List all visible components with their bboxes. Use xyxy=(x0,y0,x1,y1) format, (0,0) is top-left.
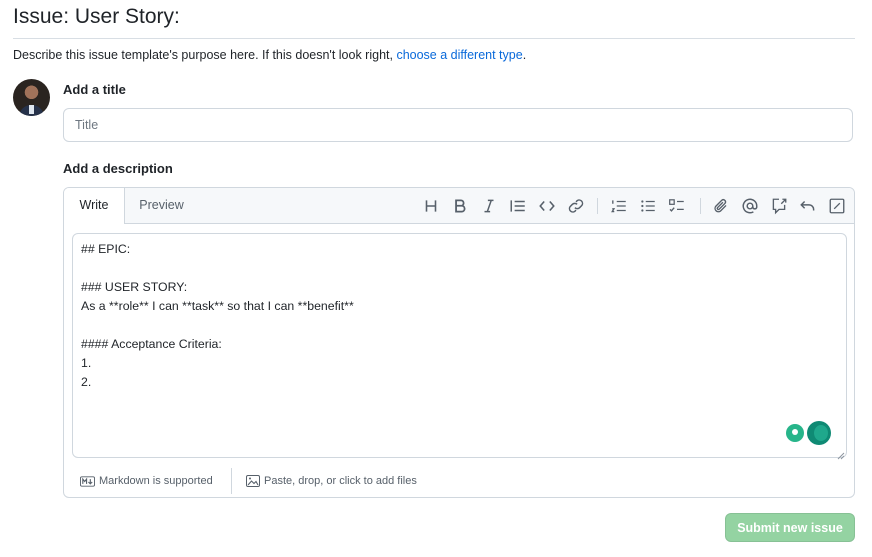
toolbar-separator xyxy=(597,198,598,214)
heading-icon[interactable] xyxy=(422,197,440,215)
template-description-end: . xyxy=(522,48,527,62)
unordered-list-icon[interactable] xyxy=(639,197,657,215)
submit-new-issue-button[interactable]: Submit new issue xyxy=(725,513,855,542)
quote-icon[interactable] xyxy=(509,197,527,215)
code-icon[interactable] xyxy=(538,197,556,215)
choose-different-type-link[interactable]: choose a different type xyxy=(396,48,522,62)
template-description-text: Describe this issue template's purpose h… xyxy=(13,48,397,62)
attach-files-button[interactable]: Paste, drop, or click to add files xyxy=(246,475,417,487)
resize-grip-icon[interactable] xyxy=(837,447,845,460)
ordered-list-icon[interactable] xyxy=(610,197,628,215)
writing-assistant[interactable] xyxy=(786,421,832,445)
bold-icon[interactable] xyxy=(451,197,469,215)
title-divider xyxy=(13,38,855,39)
description-label: Add a description xyxy=(63,161,173,176)
editor-footer: Markdown is supported Paste, drop, or cl… xyxy=(64,467,854,497)
markdown-toolbar xyxy=(64,188,854,223)
fullscreen-icon[interactable] xyxy=(828,197,846,215)
mention-icon[interactable] xyxy=(741,197,759,215)
description-textarea[interactable]: ## EPIC: ### USER STORY: As a **role** I… xyxy=(72,233,847,458)
lightbulb-icon[interactable] xyxy=(786,424,804,442)
task-list-icon[interactable] xyxy=(668,197,686,215)
grammar-assistant-icon[interactable] xyxy=(807,421,831,445)
title-input[interactable] xyxy=(63,108,853,142)
undo-icon[interactable] xyxy=(799,197,817,215)
image-icon xyxy=(246,475,260,487)
markdown-note-label: Markdown is supported xyxy=(99,475,213,487)
markdown-note[interactable]: Markdown is supported xyxy=(80,475,213,487)
description-editor: Write Preview ## EPIC: ### USER STORY: A… xyxy=(63,187,855,498)
page-title: Issue: User Story: xyxy=(13,5,180,28)
link-icon[interactable] xyxy=(567,197,585,215)
attach-files-label: Paste, drop, or click to add files xyxy=(264,475,417,487)
markdown-icon xyxy=(80,476,95,487)
footer-separator xyxy=(231,468,232,494)
attach-icon[interactable] xyxy=(712,197,730,215)
template-description: Describe this issue template's purpose h… xyxy=(13,48,526,62)
italic-icon[interactable] xyxy=(480,197,498,215)
editor-header: Write Preview xyxy=(64,188,854,224)
avatar xyxy=(13,79,50,116)
title-label: Add a title xyxy=(63,82,126,97)
toolbar-separator xyxy=(700,198,701,214)
reference-icon[interactable] xyxy=(770,197,788,215)
